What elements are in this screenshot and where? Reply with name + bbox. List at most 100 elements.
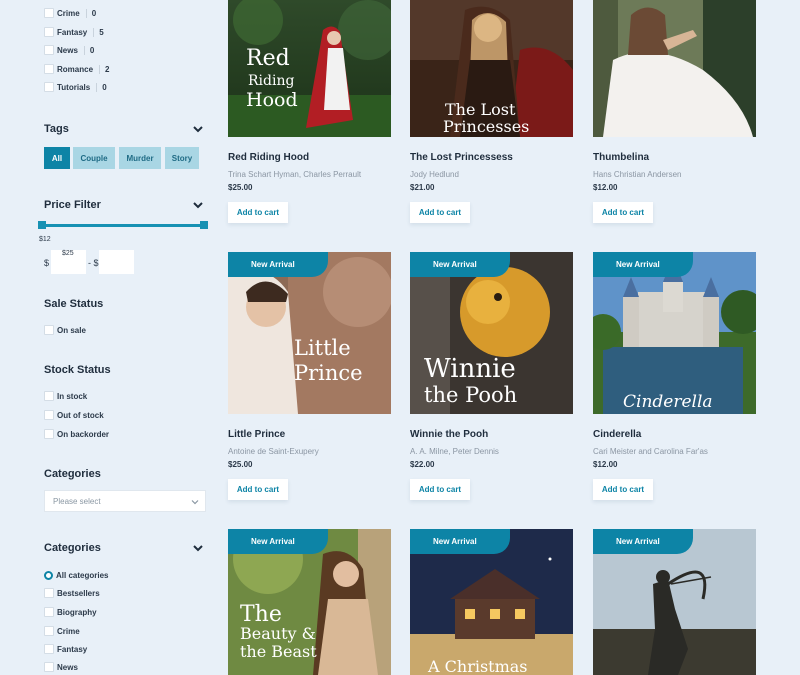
new-arrival-badge: New Arrival bbox=[228, 252, 328, 277]
product-card: The Lost Princesses The Lost Princessess… bbox=[410, 0, 573, 230]
new-arrival-badge: New Arrival bbox=[410, 529, 510, 554]
checkbox[interactable] bbox=[44, 27, 54, 37]
category-option-bestsellers[interactable]: Bestsellers bbox=[44, 587, 100, 599]
new-arrival-badge: New Arrival bbox=[410, 252, 510, 277]
category-filter-romance[interactable]: Romance 2 bbox=[44, 63, 109, 75]
checkbox[interactable] bbox=[44, 588, 54, 598]
add-to-cart-button[interactable]: Add to cart bbox=[593, 479, 653, 500]
stock-option-on-backorder[interactable]: On backorder bbox=[44, 428, 109, 440]
price-slider-max-handle[interactable] bbox=[200, 221, 208, 229]
cover-title-text: Beauty & bbox=[240, 624, 316, 643]
checkbox[interactable] bbox=[44, 325, 54, 335]
chevron-down-icon[interactable] bbox=[192, 542, 204, 554]
product-card: A Christmas New Arrival bbox=[410, 529, 573, 675]
cover-title-text: Hood bbox=[246, 89, 298, 111]
book-price: $22.00 bbox=[410, 460, 435, 469]
checkbox[interactable] bbox=[44, 82, 54, 92]
chevron-down-icon[interactable] bbox=[192, 123, 204, 135]
option-label: Fantasy bbox=[57, 644, 88, 654]
stock-option-in-stock[interactable]: In stock bbox=[44, 390, 87, 402]
book-cover-image[interactable]: The Beauty & the Beast New Arrival bbox=[228, 529, 391, 675]
sale-status-heading: Sale Status bbox=[44, 298, 104, 310]
book-price: $25.00 bbox=[228, 183, 253, 192]
book-cover-image[interactable]: Little Prince New Arrival bbox=[228, 252, 391, 414]
book-cover-image[interactable]: A Christmas New Arrival bbox=[410, 529, 573, 675]
category-option-all[interactable]: All categories bbox=[44, 569, 108, 581]
currency-symbol: $ bbox=[44, 258, 50, 268]
filter-sidebar: Crime 0 Fantasy 5 News 0 Romance 2 Tutor… bbox=[0, 0, 215, 675]
tag-all[interactable]: All bbox=[44, 147, 70, 169]
category-filter-crime[interactable]: Crime 0 bbox=[44, 7, 96, 19]
book-title[interactable]: Little Prince bbox=[228, 429, 285, 440]
categories-list-heading: Categories bbox=[44, 542, 101, 554]
category-label: Tutorials bbox=[57, 82, 91, 92]
category-count: 5 bbox=[93, 27, 104, 37]
product-card: Winnie the Pooh New Arrival Winnie the P… bbox=[410, 252, 573, 502]
book-cover-image[interactable] bbox=[593, 0, 756, 137]
chevron-down-icon[interactable] bbox=[192, 199, 204, 211]
book-title[interactable]: Cinderella bbox=[593, 429, 641, 440]
category-count: 0 bbox=[83, 45, 94, 55]
book-author: Cari Meister and Carolina Far'as bbox=[593, 447, 708, 456]
book-price: $12.00 bbox=[593, 460, 618, 469]
option-label: On backorder bbox=[57, 429, 110, 439]
cover-title-text: the Pooh bbox=[424, 383, 517, 407]
checkbox[interactable] bbox=[44, 64, 54, 74]
radio-selected[interactable] bbox=[44, 570, 53, 580]
product-card: Little Prince New Arrival Little Prince … bbox=[228, 252, 391, 502]
tag-story[interactable]: Story bbox=[165, 147, 199, 169]
category-count: 2 bbox=[99, 64, 109, 74]
category-filter-fantasy[interactable]: Fantasy 5 bbox=[44, 26, 104, 38]
checkbox[interactable] bbox=[44, 429, 54, 439]
book-title[interactable]: The Lost Princessess bbox=[410, 152, 513, 163]
category-filter-news[interactable]: News 0 bbox=[44, 44, 94, 56]
category-filter-tutorials[interactable]: Tutorials 0 bbox=[44, 81, 107, 93]
book-cover-image[interactable]: Winnie the Pooh New Arrival bbox=[410, 252, 573, 414]
checkbox[interactable] bbox=[44, 626, 54, 636]
add-to-cart-button[interactable]: Add to cart bbox=[228, 202, 288, 223]
checkbox[interactable] bbox=[44, 607, 54, 617]
sale-option-on-sale[interactable]: On sale bbox=[44, 324, 86, 336]
stock-option-out-of-stock[interactable]: Out of stock bbox=[44, 409, 104, 421]
book-cover-image[interactable]: Cinderella New Arrival bbox=[593, 252, 756, 414]
price-slider-track[interactable] bbox=[41, 224, 205, 227]
option-label: News bbox=[57, 662, 78, 672]
add-to-cart-button[interactable]: Add to cart bbox=[228, 479, 288, 500]
checkbox[interactable] bbox=[44, 644, 54, 654]
book-cover-image[interactable]: New Arrival bbox=[593, 529, 756, 675]
checkbox[interactable] bbox=[44, 662, 54, 672]
checkbox[interactable] bbox=[44, 410, 54, 420]
select-placeholder: Please select bbox=[53, 496, 101, 506]
tag-couple[interactable]: Couple bbox=[73, 147, 115, 169]
book-title[interactable]: Winnie the Pooh bbox=[410, 429, 488, 440]
categories-select[interactable]: Please select bbox=[44, 490, 206, 512]
add-to-cart-button[interactable]: Add to cart bbox=[593, 202, 653, 223]
product-card: The Beauty & the Beast New Arrival bbox=[228, 529, 391, 675]
price-max-input[interactable] bbox=[99, 250, 134, 274]
book-cover-image[interactable]: Red Riding Hood bbox=[228, 0, 391, 137]
price-min-label: $12 bbox=[39, 236, 51, 243]
book-title[interactable]: Red Riding Hood bbox=[228, 152, 309, 163]
category-label: News bbox=[57, 45, 78, 55]
tag-murder[interactable]: Murder bbox=[119, 147, 161, 169]
chevron-down-icon bbox=[191, 500, 199, 505]
checkbox[interactable] bbox=[44, 391, 54, 401]
book-author: A. A. Milne, Peter Dennis bbox=[410, 447, 499, 456]
checkbox[interactable] bbox=[44, 8, 54, 18]
category-option-crime[interactable]: Crime bbox=[44, 625, 80, 637]
category-option-biography[interactable]: Biography bbox=[44, 606, 97, 618]
price-slider-min-handle[interactable] bbox=[38, 221, 46, 229]
category-option-fantasy[interactable]: Fantasy bbox=[44, 643, 87, 655]
book-title[interactable]: Thumbelina bbox=[593, 152, 649, 163]
cover-title-text: Winnie bbox=[424, 354, 516, 384]
cover-title-text: Cinderella bbox=[623, 392, 713, 412]
checkbox[interactable] bbox=[44, 45, 54, 55]
price-min-value: $25 bbox=[62, 250, 74, 257]
categories-select-heading: Categories bbox=[44, 468, 101, 480]
book-cover-image[interactable]: The Lost Princesses bbox=[410, 0, 573, 137]
add-to-cart-button[interactable]: Add to cart bbox=[410, 479, 470, 500]
cover-title-text: Princesses bbox=[443, 117, 529, 136]
category-option-news[interactable]: News bbox=[44, 661, 78, 673]
add-to-cart-button[interactable]: Add to cart bbox=[410, 202, 470, 223]
category-count: 0 bbox=[85, 8, 96, 18]
